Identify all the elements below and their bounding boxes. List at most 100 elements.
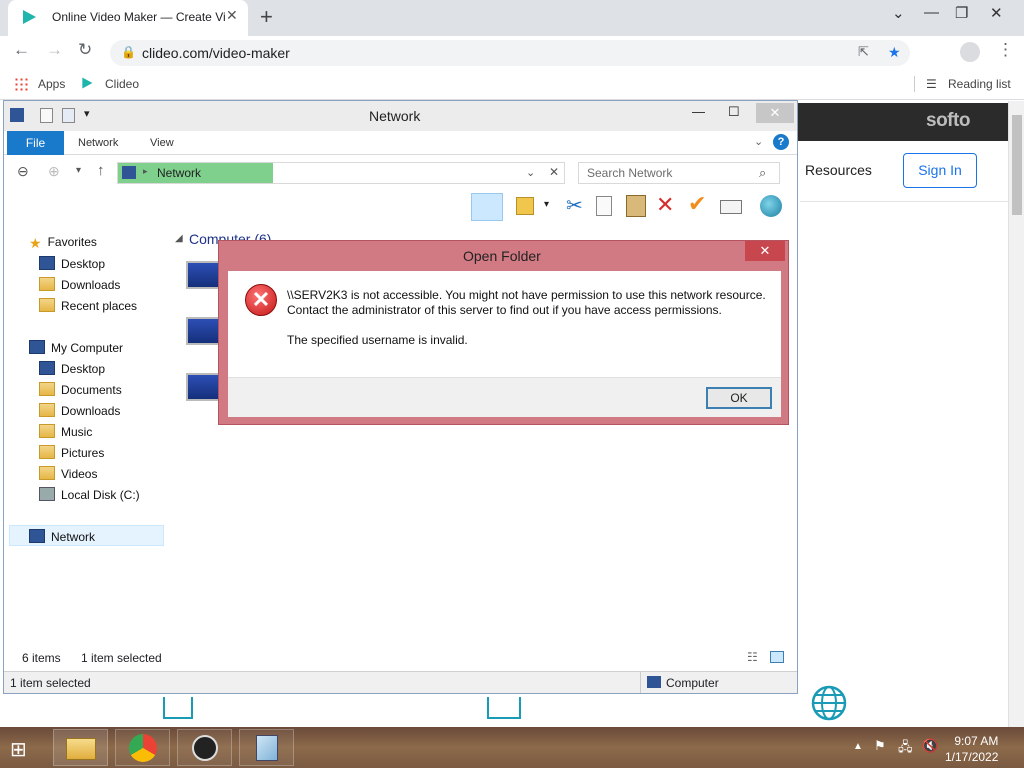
address-dropdown-icon[interactable]: ⌄	[526, 166, 535, 179]
play-feature-icon[interactable]	[487, 697, 521, 719]
ok-button[interactable]: OK	[706, 387, 772, 409]
nav-label: Downloads	[61, 278, 121, 292]
details-view-icon[interactable]: ☷	[747, 650, 758, 664]
open-folder-icon[interactable]	[516, 197, 534, 215]
nav-my-computer[interactable]: My Computer	[29, 340, 123, 355]
nav-music[interactable]: Music	[39, 424, 92, 439]
tab-network[interactable]: Network	[78, 137, 118, 149]
up-icon[interactable]: ↑	[97, 162, 105, 179]
dialog-close-icon[interactable]: ✕	[745, 241, 785, 261]
reading-list[interactable]: Reading list	[948, 77, 1011, 91]
nav-pictures[interactable]: Pictures	[39, 445, 104, 460]
ribbon-expand-icon[interactable]: ⌄	[754, 135, 763, 148]
sign-in-button[interactable]: Sign In	[903, 153, 977, 188]
qat-dropdown-icon[interactable]: ▾	[84, 107, 90, 120]
nav-documents[interactable]: Documents	[39, 382, 122, 397]
resources-link[interactable]: Resources	[805, 162, 872, 178]
scrollbar-thumb[interactable]	[1012, 115, 1022, 215]
bookmarks-bar	[0, 70, 1024, 100]
taskbar-clock[interactable]: 9:07 AM 1/17/2022	[945, 733, 998, 765]
open-dropdown-icon[interactable]: ▾	[544, 199, 549, 210]
tab-view[interactable]: View	[150, 137, 174, 149]
address-clear-icon[interactable]: ✕	[549, 165, 559, 179]
help-icon[interactable]: ?	[773, 134, 789, 150]
computer-item-icon[interactable]	[186, 317, 220, 345]
globe-icon[interactable]	[810, 684, 848, 722]
browser-tab[interactable]: Online Video Maker — Create Vi ✕	[8, 0, 248, 36]
network-tray-icon[interactable]: 🖧	[898, 738, 913, 760]
tab-file[interactable]: File	[7, 131, 64, 155]
nav-label: Desktop	[61, 257, 106, 271]
address-bar[interactable]: 🔒 clideo.com/video-maker ★ ⇱	[110, 40, 910, 66]
nav-recent-places[interactable]: Recent places	[39, 298, 137, 313]
restore-icon[interactable]: ❐	[955, 4, 968, 22]
share-icon[interactable]: ⇱	[858, 44, 869, 60]
details-pane-icon[interactable]	[471, 193, 503, 221]
page-divider	[800, 201, 1008, 202]
softo-logo[interactable]: softo	[926, 110, 970, 132]
taskbar-explorer[interactable]	[53, 729, 108, 766]
explorer-forward-icon[interactable]: ⊕	[48, 163, 60, 180]
copy-icon[interactable]	[596, 196, 612, 216]
recent-locations-icon[interactable]: ▾	[76, 165, 81, 176]
bookmark-star-icon[interactable]: ★	[888, 44, 901, 61]
nav-downloads[interactable]: Downloads	[39, 403, 120, 418]
properties-qat-icon[interactable]	[40, 108, 53, 123]
computer-item-icon[interactable]	[186, 261, 220, 289]
cut-icon[interactable]: ✂	[566, 193, 583, 218]
network-globe-icon[interactable]	[760, 195, 782, 217]
nav-local-disk[interactable]: Local Disk (C:)	[39, 487, 140, 502]
details-bar: 1 item selected Computer	[4, 671, 797, 693]
explorer-minimize-icon[interactable]: —	[692, 104, 705, 119]
back-icon[interactable]: ←	[13, 40, 30, 60]
nav-favorites[interactable]: ★ Favorites	[29, 235, 97, 251]
nav-fav-downloads[interactable]: Downloads	[39, 277, 120, 292]
status-bar: 6 items 1 item selected ☷	[4, 647, 797, 669]
volume-muted-icon[interactable]: 🔇	[922, 738, 938, 754]
collapse-section-icon[interactable]: ◢	[175, 233, 183, 244]
apps-grid-icon[interactable]	[14, 77, 28, 91]
menu-kebab-icon[interactable]: ⋮	[997, 40, 1014, 60]
nav-desktop[interactable]: Desktop	[39, 361, 105, 376]
network-icon	[29, 529, 45, 543]
tray-expand-icon[interactable]: ▲	[853, 741, 863, 752]
close-window-icon[interactable]: ✕	[990, 4, 1003, 22]
bookmark-clideo[interactable]: Clideo	[105, 77, 139, 91]
large-icons-view-icon[interactable]	[770, 651, 784, 663]
explorer-close-icon[interactable]: ✕	[756, 103, 794, 123]
dialog-title: Open Folder	[463, 248, 541, 264]
bookmark-apps[interactable]: Apps	[38, 77, 65, 91]
delete-icon[interactable]: ✕	[656, 192, 674, 218]
resize-feature-icon[interactable]	[163, 697, 193, 719]
start-windows-icon[interactable]: ⊞	[10, 737, 27, 762]
taskbar-notepad[interactable]	[239, 729, 294, 766]
file-explorer-icon	[66, 738, 96, 760]
explorer-address-bar[interactable]: ▸ Network ⌄ ✕	[117, 162, 565, 184]
nav-videos[interactable]: Videos	[39, 466, 97, 481]
reading-list-icon[interactable]: ☰	[926, 77, 937, 91]
minimize-icon[interactable]: —	[924, 4, 939, 21]
clock-time: 9:07 AM	[954, 734, 999, 748]
forward-icon[interactable]: →	[46, 40, 63, 60]
profile-avatar[interactable]	[960, 42, 980, 62]
reload-icon[interactable]: ↻	[78, 40, 92, 60]
nav-fav-desktop[interactable]: Desktop	[39, 256, 105, 271]
explorer-maximize-icon[interactable]: ☐	[728, 104, 740, 120]
new-tab-icon[interactable]: +	[260, 4, 273, 30]
page-scrollbar[interactable]	[1008, 101, 1024, 727]
ribbon-tabs	[4, 131, 797, 155]
nav-network[interactable]: Network	[9, 525, 164, 546]
rename-icon[interactable]	[720, 200, 742, 214]
tab-close-icon[interactable]: ✕	[226, 7, 238, 24]
taskbar-obs[interactable]	[177, 729, 232, 766]
taskbar-chrome[interactable]	[115, 729, 170, 766]
action-center-icon[interactable]: ⚑	[874, 738, 886, 754]
check-icon[interactable]: ✔	[688, 191, 706, 217]
breadcrumb-arrow-icon[interactable]: ▸	[143, 166, 148, 177]
computer-item-icon[interactable]	[186, 373, 220, 401]
paste-icon[interactable]	[626, 195, 646, 217]
explorer-search-input[interactable]: Search Network ⌕	[578, 162, 780, 184]
explorer-back-icon[interactable]: ⊖	[17, 163, 29, 180]
new-folder-qat-icon[interactable]	[62, 108, 75, 123]
tab-search-icon[interactable]: ⌄	[892, 4, 905, 22]
